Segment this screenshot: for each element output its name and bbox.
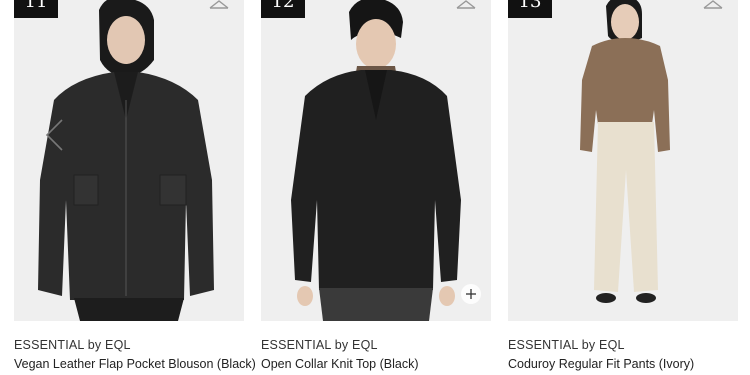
product-card[interactable]: 13 ESSENTIAL by EQL Coduroy Regular Fit … <box>508 0 738 371</box>
product-name[interactable]: Coduroy Regular Fit Pants (Ivory) <box>508 357 694 371</box>
rank-badge: 13 <box>508 0 552 18</box>
product-brand[interactable]: ESSENTIAL by EQL <box>14 338 131 352</box>
chevron-left-icon[interactable] <box>44 118 66 152</box>
product-image[interactable]: 12 <box>261 0 491 321</box>
rank-badge: 12 <box>261 0 305 18</box>
product-photo <box>508 0 738 321</box>
product-image[interactable]: 13 <box>508 0 738 321</box>
product-card[interactable]: 12 ESSENTIAL by EQL Open Collar Knit Top… <box>261 0 491 371</box>
product-image[interactable]: 11 <box>14 0 244 321</box>
wishlist-icon[interactable] <box>208 0 230 10</box>
product-name[interactable]: Vegan Leather Flap Pocket Blouson (Black… <box>14 357 256 371</box>
product-photo <box>14 0 244 321</box>
wishlist-icon[interactable] <box>455 0 477 10</box>
product-brand[interactable]: ESSENTIAL by EQL <box>261 338 378 352</box>
product-photo <box>261 0 491 321</box>
add-to-cart-plus-icon[interactable] <box>461 284 481 304</box>
product-card[interactable]: 11 ESSENTIAL by EQL Vegan Leather Flap P… <box>14 0 256 371</box>
wishlist-icon[interactable] <box>702 0 724 10</box>
product-name[interactable]: Open Collar Knit Top (Black) <box>261 357 418 371</box>
rank-badge: 11 <box>14 0 58 18</box>
product-brand[interactable]: ESSENTIAL by EQL <box>508 338 625 352</box>
